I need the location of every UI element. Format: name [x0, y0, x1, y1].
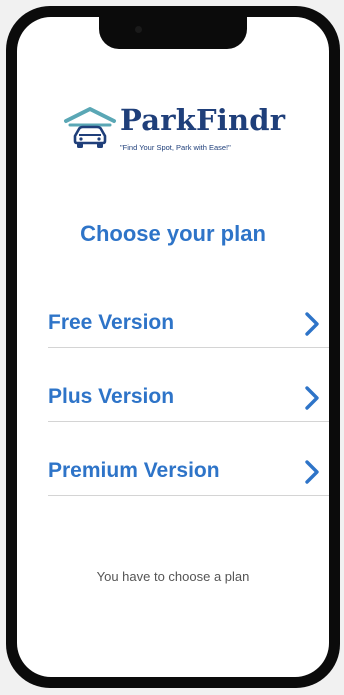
chevron-right-icon[interactable]: [302, 311, 322, 337]
plan-item-free[interactable]: Free Version: [48, 301, 329, 348]
app-name: ParkFindr: [120, 103, 286, 137]
plan-label: Premium Version: [48, 459, 220, 482]
phone-screen: ParkFindr "Find Your Spot, Park with Eas…: [17, 17, 329, 677]
chevron-right-icon[interactable]: [302, 459, 322, 485]
plan-label: Plus Version: [48, 385, 175, 408]
plan-item-premium[interactable]: Premium Version: [48, 449, 329, 496]
chevron-right-icon[interactable]: [302, 385, 322, 411]
plan-label: Free Version: [48, 311, 175, 334]
plan-required-hint: You have to choose a plan: [96, 569, 250, 584]
app-tagline: "Find Your Spot, Park with Ease!": [120, 143, 231, 152]
app-logo: ParkFindr "Find Your Spot, Park with Eas…: [62, 99, 292, 159]
front-camera: [135, 26, 142, 33]
plan-item-plus[interactable]: Plus Version: [48, 375, 329, 422]
phone-notch: [99, 17, 247, 49]
page-title: Choose your plan: [80, 221, 266, 246]
car-garage-icon: [64, 107, 116, 148]
phone-frame: ParkFindr "Find Your Spot, Park with Eas…: [6, 6, 340, 688]
